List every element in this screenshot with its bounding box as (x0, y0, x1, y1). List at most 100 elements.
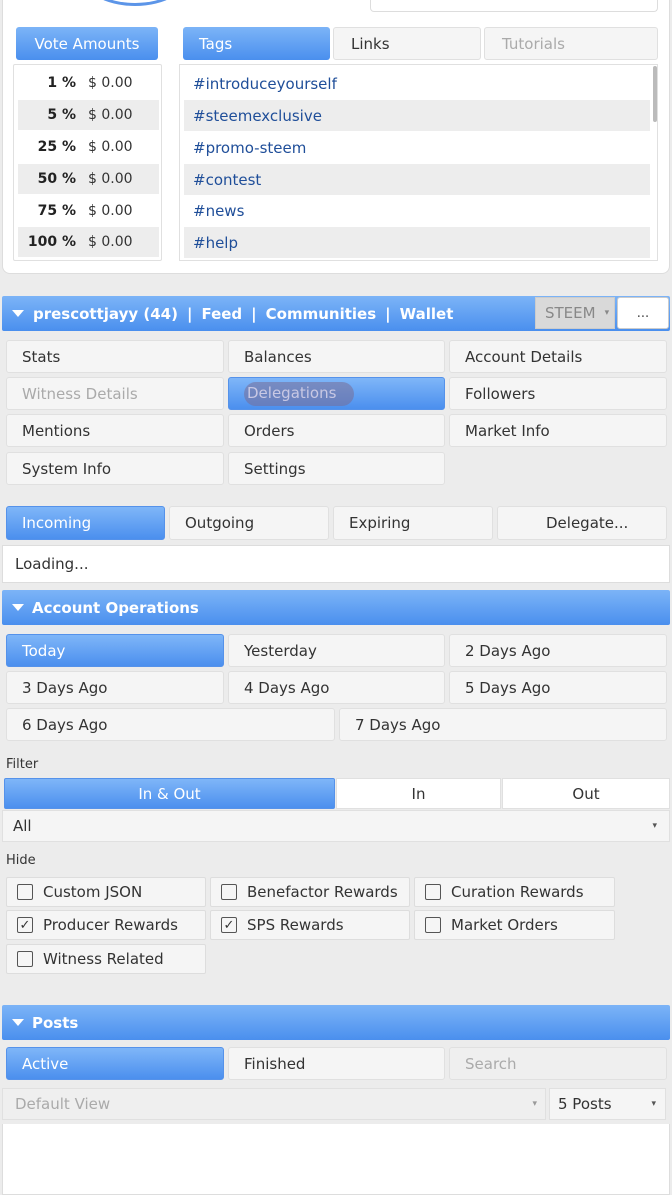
tag-link[interactable]: #news (184, 195, 650, 226)
currency-value: STEEM (545, 304, 596, 322)
filter-out[interactable]: Out (502, 778, 670, 809)
vote-row: 25 % $ 0.00 (18, 132, 159, 162)
vote-amounts-table: 1 % $ 0.00 5 % $ 0.00 25 % $ 0.00 50 % $ 0.0… (13, 64, 162, 261)
chevron-down-icon: ▾ (604, 308, 610, 318)
tags-scrollbar[interactable] (653, 66, 657, 122)
more-button[interactable]: ... (617, 297, 669, 329)
hide-witness-related[interactable]: Witness Related (6, 944, 206, 974)
delegate-button[interactable]: Delegate... (497, 506, 667, 540)
day-5-days-ago[interactable]: 5 Days Ago (449, 671, 667, 704)
hide-item-label: Curation Rewards (451, 883, 584, 901)
day-yesterday[interactable]: Yesterday (228, 634, 445, 667)
checkbox-unchecked-icon (221, 884, 237, 900)
checkbox-unchecked-icon (17, 884, 33, 900)
tags-list: #introduceyourself #steemexclusive #prom… (179, 64, 658, 261)
menu-mentions[interactable]: Mentions (6, 414, 224, 447)
username-link[interactable]: prescottjayy (44) (33, 305, 178, 323)
posts-search-input[interactable]: Search (449, 1047, 667, 1080)
checkbox-unchecked-icon (425, 917, 441, 933)
day-7-days-ago[interactable]: 7 Days Ago (339, 708, 667, 741)
menu-account-details[interactable]: Account Details (449, 340, 667, 373)
collapse-triangle-icon (12, 1019, 24, 1026)
menu-delegations-label: Delegations (244, 381, 355, 406)
tag-link[interactable]: #contest (184, 164, 650, 195)
menu-market-info[interactable]: Market Info (449, 414, 667, 447)
checkbox-checked-icon: ✓ (17, 917, 33, 933)
filter-in-out[interactable]: In & Out (4, 778, 335, 809)
day-today[interactable]: Today (6, 634, 224, 667)
operation-type-value: All (13, 817, 32, 835)
chevron-down-icon: ▾ (532, 1099, 537, 1109)
communities-link[interactable]: Communities (266, 305, 377, 323)
tab-outgoing[interactable]: Outgoing (169, 506, 329, 540)
hide-item-label: Producer Rewards (43, 916, 178, 934)
separator: | (186, 304, 193, 323)
hide-item-label: Market Orders (451, 916, 558, 934)
tab-tutorials[interactable]: Tutorials (484, 27, 658, 60)
hide-curation-rewards[interactable]: Curation Rewards (414, 877, 615, 907)
chevron-down-icon: ▾ (651, 1099, 656, 1109)
delegations-loading: Loading... (2, 545, 670, 583)
tag-link[interactable]: #promo-steem (184, 132, 650, 163)
currency-select[interactable]: STEEM ▾ (535, 297, 615, 329)
collapse-triangle-icon[interactable] (12, 310, 24, 317)
separator: | (251, 304, 257, 323)
checkbox-unchecked-icon (425, 884, 441, 900)
hide-market-orders[interactable]: Market Orders (414, 910, 615, 940)
checkbox-unchecked-icon (17, 951, 33, 967)
posts-count-select[interactable]: 5 Posts ▾ (549, 1088, 666, 1120)
vote-row: 75 % $ 0.00 (18, 196, 159, 226)
menu-stats[interactable]: Stats (6, 340, 224, 373)
posts-view-value: Default View (15, 1095, 111, 1113)
day-2-days-ago[interactable]: 2 Days Ago (449, 634, 667, 667)
feed-link[interactable]: Feed (201, 305, 242, 323)
menu-delegations[interactable]: Delegations (228, 377, 445, 410)
vote-pct: 5 % (47, 107, 76, 123)
vote-pct: 50 % (37, 171, 76, 187)
vote-value: $ 0.00 (88, 75, 133, 91)
tag-link[interactable]: #steemexclusive (184, 100, 650, 131)
tab-tags[interactable]: Tags (183, 27, 330, 60)
hide-benefactor-rewards[interactable]: Benefactor Rewards (210, 877, 410, 907)
wallet-link[interactable]: Wallet (400, 305, 454, 323)
posts-list-area (2, 1124, 670, 1195)
filter-label: Filter (6, 757, 39, 772)
menu-settings[interactable]: Settings (228, 452, 445, 485)
chevron-down-icon: ▾ (652, 821, 657, 831)
hide-sps-rewards[interactable]: ✓ SPS Rewards (210, 910, 410, 940)
hide-item-label: SPS Rewards (247, 916, 344, 934)
hide-producer-rewards[interactable]: ✓ Producer Rewards (6, 910, 206, 940)
hide-item-label: Witness Related (43, 950, 164, 968)
vote-row: 50 % $ 0.00 (18, 164, 159, 194)
vote-row: 5 % $ 0.00 (18, 100, 159, 130)
top-input[interactable] (370, 0, 658, 12)
vote-amounts-header: Vote Amounts (16, 27, 158, 60)
tab-expiring[interactable]: Expiring (333, 506, 493, 540)
day-4-days-ago[interactable]: 4 Days Ago (228, 671, 445, 704)
day-3-days-ago[interactable]: 3 Days Ago (6, 671, 224, 704)
tag-link[interactable]: #help (184, 227, 650, 258)
menu-orders[interactable]: Orders (228, 414, 445, 447)
account-operations-header[interactable]: Account Operations (2, 590, 670, 625)
checkbox-checked-icon: ✓ (221, 917, 237, 933)
day-6-days-ago[interactable]: 6 Days Ago (6, 708, 335, 741)
posts-header[interactable]: Posts (2, 1005, 670, 1040)
menu-witness-details[interactable]: Witness Details (6, 377, 224, 410)
operation-type-select[interactable]: All ▾ (2, 810, 670, 842)
separator: | (385, 304, 391, 323)
filter-in[interactable]: In (336, 778, 501, 809)
tab-links[interactable]: Links (333, 27, 481, 60)
vote-row: 100 % $ 0.00 (18, 227, 159, 257)
menu-followers[interactable]: Followers (449, 377, 667, 410)
vote-value: $ 0.00 (88, 171, 133, 187)
vote-value: $ 0.00 (88, 234, 133, 250)
menu-system-info[interactable]: System Info (6, 452, 224, 485)
posts-view-select[interactable]: Default View ▾ (2, 1088, 546, 1120)
vote-row: 1 % $ 0.00 (18, 68, 159, 98)
hide-custom-json[interactable]: Custom JSON (6, 877, 206, 907)
posts-tab-active[interactable]: Active (6, 1047, 224, 1080)
posts-tab-finished[interactable]: Finished (228, 1047, 445, 1080)
menu-balances[interactable]: Balances (228, 340, 445, 373)
tag-link[interactable]: #introduceyourself (184, 68, 650, 99)
tab-incoming[interactable]: Incoming (6, 506, 165, 540)
